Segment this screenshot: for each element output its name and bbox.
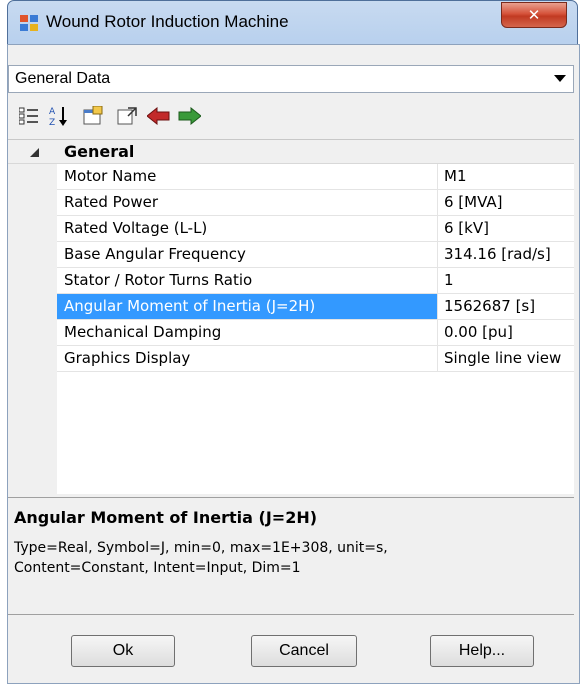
property-row[interactable]: Mechanical Damping 0.00 [pu] [57,320,574,346]
close-button[interactable]: ✕ [501,2,567,28]
property-name: Mechanical Damping [57,320,438,345]
toolbar: A Z [8,97,574,137]
property-value[interactable]: 314.16 [rad/s] [438,242,574,267]
property-name: Graphics Display [57,346,438,371]
property-name: Base Angular Frequency [57,242,438,267]
dropdown-value: General Data [15,70,111,87]
property-name: Rated Voltage (L-L) [57,216,438,241]
close-icon: ✕ [527,6,541,24]
description-body: Type=Real, Symbol=J, min=0, max=1E+308, … [14,538,564,578]
property-value[interactable]: 6 [MVA] [438,190,574,215]
description-line: Type=Real, Symbol=J, min=0, max=1E+308, … [14,540,388,556]
property-row[interactable]: Rated Voltage (L-L) 6 [kV] [57,216,574,242]
property-row[interactable]: Base Angular Frequency 314.16 [rad/s] [57,242,574,268]
chevron-down-icon[interactable] [551,70,569,88]
ok-button[interactable]: Ok [71,635,175,667]
description-line: Content=Constant, Intent=Input, Dim=1 [14,560,301,576]
property-value[interactable]: 1 [438,268,574,293]
collapse-triangle-icon[interactable] [28,146,40,158]
property-row-selected[interactable]: Angular Moment of Inertia (J=2H) 1562687… [57,294,574,320]
property-row[interactable]: Rated Power 6 [MVA] [57,190,574,216]
export-icon[interactable] [114,103,140,129]
property-row[interactable]: Motor Name M1 [57,164,574,190]
description-title: Angular Moment of Inertia (J=2H) [14,508,318,527]
cancel-button[interactable]: Cancel [251,635,357,667]
property-value[interactable]: 1562687 [s] [438,294,574,319]
property-value[interactable]: 6 [kV] [438,216,574,241]
sort-alphabetical-icon[interactable]: A Z [46,103,72,129]
arrow-left-icon[interactable] [146,103,172,129]
description-panel: Angular Moment of Inertia (J=2H) Type=Re… [8,497,574,615]
data-category-dropdown[interactable]: General Data [8,65,574,93]
property-name: Stator / Rotor Turns Ratio [57,268,438,293]
property-value[interactable]: M1 [438,164,574,189]
property-grid: General Motor Name M1 Rated Power 6 [MVA… [8,139,574,494]
category-row-general[interactable]: General [8,140,574,164]
categorized-view-icon[interactable] [16,103,42,129]
dialog-client: General Data A Z General Motor Name M1 R… [7,44,580,684]
property-value[interactable]: Single line view [438,346,574,371]
window-title: Wound Rotor Induction Machine [46,12,289,31]
arrow-right-icon[interactable] [176,103,202,129]
property-pages-icon[interactable] [80,103,106,129]
app-icon [20,15,38,31]
property-row[interactable]: Graphics Display Single line view [57,346,574,372]
category-label: General [64,142,135,161]
svg-text:A: A [49,107,56,117]
property-row[interactable]: Stator / Rotor Turns Ratio 1 [57,268,574,294]
property-value[interactable]: 0.00 [pu] [438,320,574,345]
property-name: Rated Power [57,190,438,215]
property-name: Angular Moment of Inertia (J=2H) [57,294,438,319]
svg-text:Z: Z [49,118,55,127]
title-bar[interactable]: Wound Rotor Induction Machine ✕ [8,1,577,45]
grid-gutter [8,140,57,494]
property-name: Motor Name [57,164,438,189]
help-button[interactable]: Help... [430,635,534,667]
